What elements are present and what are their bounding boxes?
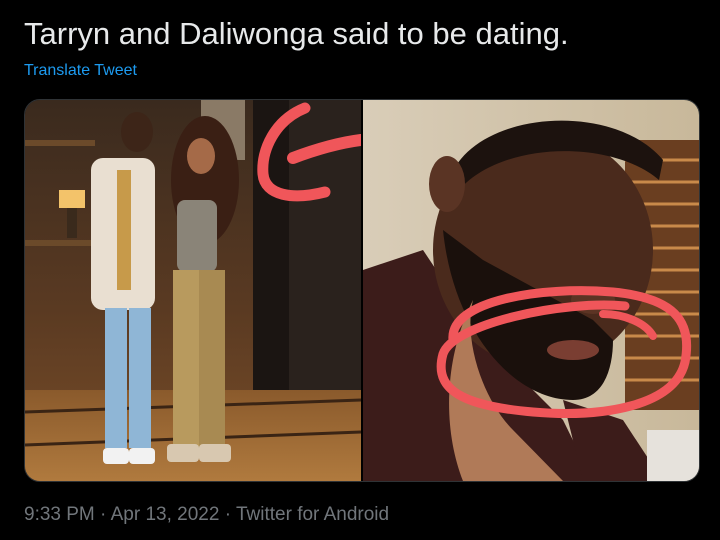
translate-tweet-link[interactable]: Translate Tweet xyxy=(24,61,137,81)
meta-separator: · xyxy=(100,504,107,525)
tweet-date[interactable]: Apr 13, 2022 xyxy=(111,504,220,525)
media-grid xyxy=(24,99,700,482)
meta-separator: · xyxy=(224,504,232,525)
tweet-text: Tarryn and Daliwonga said to be dating. xyxy=(24,16,569,51)
tweet-time[interactable]: 9:33 PM xyxy=(24,504,95,525)
closeup-photo-image xyxy=(363,100,699,481)
photo-couple-standing[interactable] xyxy=(25,100,361,481)
tweet-source[interactable]: Twitter for Android xyxy=(236,504,389,525)
tweet-metadata: 9:33 PM · Apr 13, 2022 · Twitter for And… xyxy=(24,503,389,527)
couple-photo-image xyxy=(25,100,361,481)
photo-man-closeup-annotated[interactable] xyxy=(363,100,699,481)
